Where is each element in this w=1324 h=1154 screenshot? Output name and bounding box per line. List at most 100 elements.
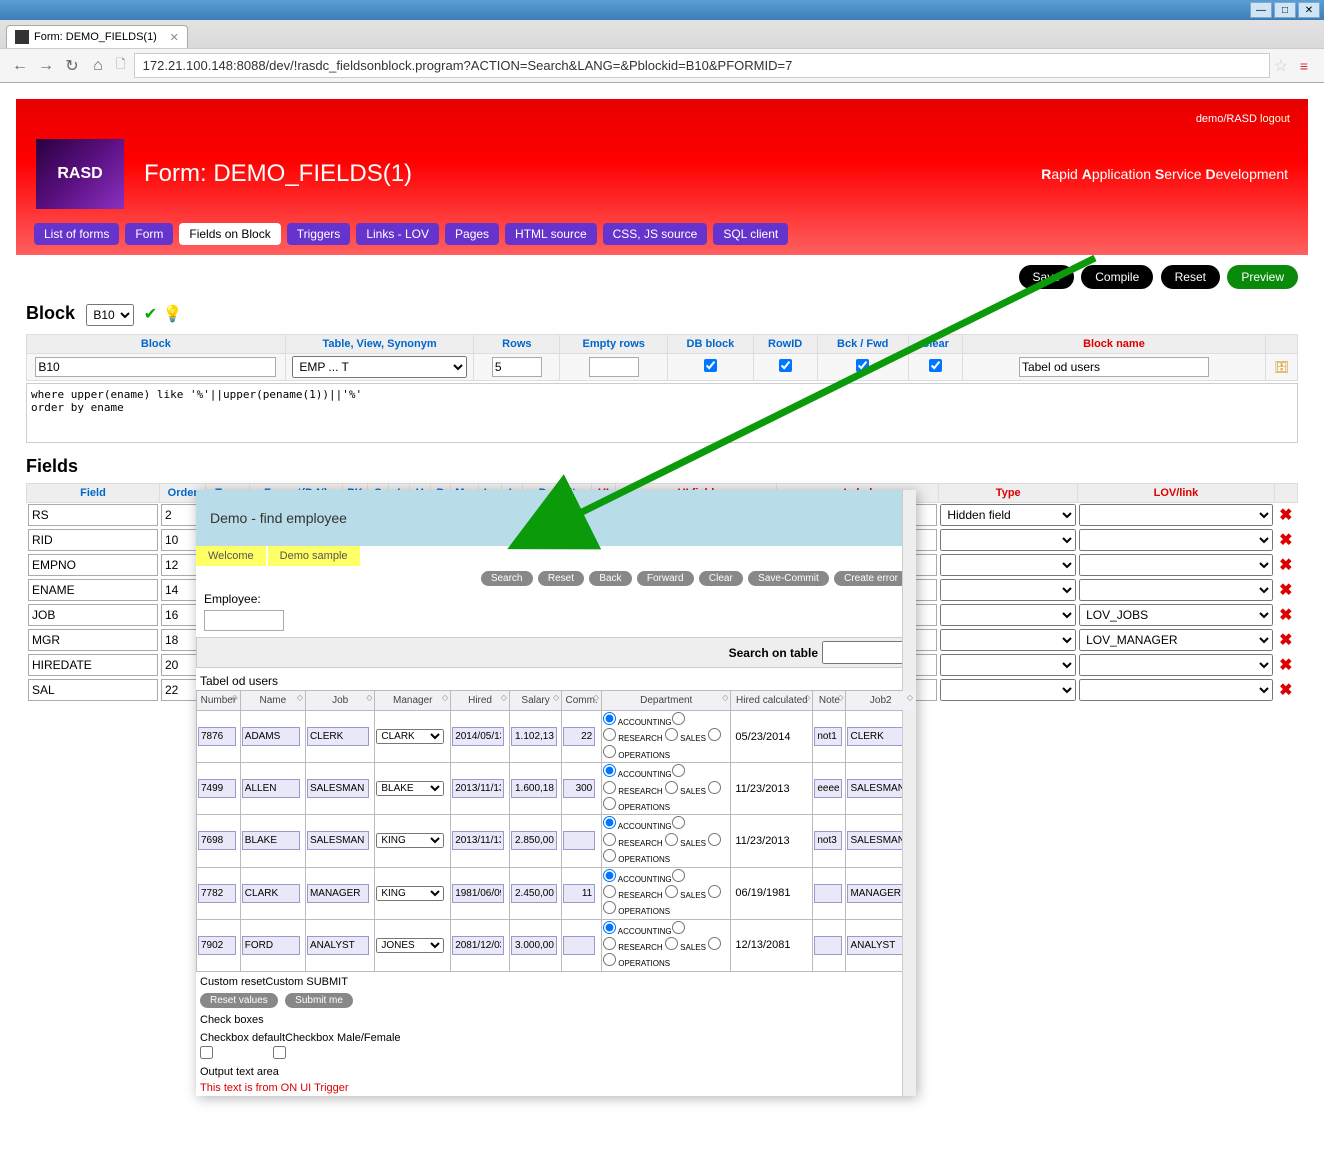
field-name-input[interactable] — [28, 529, 158, 551]
field-type2-select[interactable]: Hidden field — [940, 504, 1076, 526]
field-name-input[interactable] — [28, 679, 158, 701]
field-name-input[interactable] — [28, 604, 158, 626]
dept-sales[interactable] — [665, 885, 678, 898]
tab-triggers[interactable]: Triggers — [287, 223, 351, 245]
field-type2-select[interactable] — [940, 579, 1076, 601]
field-name-input[interactable] — [28, 629, 158, 651]
dept-x1[interactable] — [672, 764, 685, 777]
tab-sql-client[interactable]: SQL client — [713, 223, 788, 245]
tab-form[interactable]: Form — [125, 223, 173, 245]
dt-col-hired_calc[interactable]: Hired calculated◇ — [731, 691, 813, 711]
dept-x2[interactable] — [708, 937, 721, 950]
tab-html-source[interactable]: HTML source — [505, 223, 597, 245]
field-type2-select[interactable] — [940, 604, 1076, 626]
dept-research[interactable] — [603, 781, 616, 794]
dept-operations[interactable] — [603, 797, 616, 810]
reset-values-button[interactable]: Reset values — [200, 993, 278, 1008]
save-button[interactable]: Save — [1019, 265, 1074, 289]
dept-research[interactable] — [603, 937, 616, 950]
dept-operations[interactable] — [603, 901, 616, 914]
dept-sales[interactable] — [665, 781, 678, 794]
rows-input[interactable] — [492, 357, 542, 377]
dept-x2[interactable] — [708, 885, 721, 898]
p-back[interactable]: Back — [589, 571, 631, 586]
tab-links-lov[interactable]: Links - LOV — [356, 223, 439, 245]
field-lov-select[interactable] — [1079, 579, 1273, 601]
tab-list-of-forms[interactable]: List of forms — [34, 223, 119, 245]
bckfwd-checkbox[interactable] — [856, 359, 869, 372]
dept-research[interactable] — [603, 833, 616, 846]
dt-salary[interactable] — [511, 884, 557, 903]
dt-col-number[interactable]: Number◇ — [197, 691, 241, 711]
dept-x1[interactable] — [672, 712, 685, 725]
p-search[interactable]: Search — [481, 571, 533, 586]
dt-col-hired[interactable]: Hired◇ — [451, 691, 510, 711]
dt-job2[interactable] — [847, 779, 909, 798]
dt-mgr[interactable]: BLAKE — [376, 781, 444, 796]
dt-comm[interactable] — [563, 779, 595, 798]
compile-button[interactable]: Compile — [1081, 265, 1153, 289]
dt-name[interactable] — [242, 779, 300, 798]
field-type2-select[interactable] — [940, 679, 1076, 701]
dt-note[interactable] — [814, 884, 842, 903]
dt-salary[interactable] — [511, 936, 557, 955]
close-button[interactable]: ✕ — [1298, 2, 1320, 18]
bulb-icon[interactable]: 💡 — [162, 306, 182, 323]
delete-row-button[interactable]: ✖ — [1274, 628, 1297, 653]
dt-salary[interactable] — [511, 727, 557, 746]
minimize-button[interactable]: — — [1250, 2, 1272, 18]
dt-comm[interactable] — [563, 727, 595, 746]
dt-name[interactable] — [242, 831, 300, 850]
field-name-input[interactable] — [28, 579, 158, 601]
dt-note[interactable] — [814, 779, 842, 798]
dt-hired[interactable] — [452, 831, 504, 850]
employee-input[interactable] — [204, 610, 284, 631]
dt-note[interactable] — [814, 831, 842, 850]
dt-name[interactable] — [242, 727, 300, 746]
dt-note[interactable] — [814, 727, 842, 746]
dt-job[interactable] — [307, 831, 369, 850]
search-table-input[interactable] — [822, 641, 912, 664]
dt-comm[interactable] — [563, 884, 595, 903]
clear-checkbox[interactable] — [929, 359, 942, 372]
dt-num[interactable] — [198, 779, 236, 798]
tab-close-icon[interactable]: ✕ — [170, 31, 179, 44]
delete-row-button[interactable]: ✖ — [1274, 678, 1297, 703]
field-type2-select[interactable] — [940, 629, 1076, 651]
dt-comm[interactable] — [563, 831, 595, 850]
dept-research[interactable] — [603, 885, 616, 898]
dept-accounting[interactable] — [603, 921, 616, 934]
dept-x1[interactable] — [672, 921, 685, 934]
dept-sales[interactable] — [665, 833, 678, 846]
delete-row-button[interactable]: ✖ — [1274, 553, 1297, 578]
field-name-input[interactable] — [28, 554, 158, 576]
dt-salary[interactable] — [511, 831, 557, 850]
dt-job2[interactable] — [847, 727, 909, 746]
dept-research[interactable] — [603, 728, 616, 741]
field-type2-select[interactable] — [940, 529, 1076, 551]
dept-accounting[interactable] — [603, 816, 616, 829]
dt-num[interactable] — [198, 884, 236, 903]
reload-button[interactable]: ↻ — [60, 54, 84, 78]
field-lov-select[interactable] — [1079, 504, 1273, 526]
rowid-checkbox[interactable] — [779, 359, 792, 372]
dt-mgr[interactable]: KING — [376, 886, 444, 901]
dt-note[interactable] — [814, 936, 842, 955]
dt-job[interactable] — [307, 727, 369, 746]
dt-mgr[interactable]: CLARK — [376, 729, 444, 744]
dt-salary[interactable] — [511, 779, 557, 798]
dt-name[interactable] — [242, 884, 300, 903]
field-name-input[interactable] — [28, 504, 158, 526]
dt-job[interactable] — [307, 779, 369, 798]
dt-mgr[interactable]: JONES — [376, 938, 444, 953]
dt-num[interactable] — [198, 831, 236, 850]
dt-comm[interactable] — [563, 936, 595, 955]
p-forward[interactable]: Forward — [637, 571, 694, 586]
tab-fields-on-block[interactable]: Fields on Block — [179, 223, 280, 245]
delete-row-button[interactable]: ✖ — [1274, 653, 1297, 678]
dt-col-name[interactable]: Name◇ — [240, 691, 305, 711]
block-select[interactable]: B10 — [86, 304, 134, 326]
checkbox-mf[interactable] — [273, 1046, 286, 1059]
dept-x2[interactable] — [708, 833, 721, 846]
browser-tab[interactable]: Form: DEMO_FIELDS(1) ✕ — [6, 25, 188, 48]
